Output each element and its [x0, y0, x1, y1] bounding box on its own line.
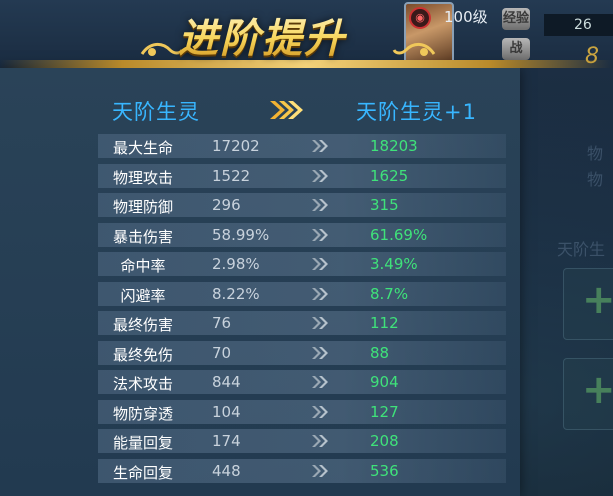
stat-row: 生命回复 448 536	[98, 458, 506, 483]
stat-current-value: 8.22%	[212, 284, 260, 303]
stat-name: 最终伤害	[112, 316, 173, 334]
stat-next-value: 3.49%	[370, 255, 418, 273]
next-tier-title: 天阶生灵+1	[356, 100, 477, 124]
stat-row: 法术攻击 844 904	[98, 370, 506, 394]
stat-name: 暴击伤害	[112, 227, 173, 246]
stat-next-value: 536	[370, 461, 399, 480]
stat-name: 法术攻击	[112, 375, 173, 393]
stat-current-value: 844	[212, 373, 241, 391]
page-title: 进阶提升	[178, 6, 392, 66]
double-chevron-icon	[312, 464, 328, 477]
stat-next-value: 112	[370, 314, 399, 332]
stat-row: 能量回复 174 208	[98, 429, 506, 453]
stat-name: 最终免伤	[112, 345, 173, 364]
double-chevron-icon	[312, 435, 328, 447]
double-chevron-icon	[312, 405, 328, 418]
double-chevron-icon	[312, 376, 328, 388]
stat-row: 暴击伤害 58.99% 61.69%	[98, 222, 506, 247]
faction-emblem-icon: ◉	[409, 7, 431, 29]
ghost-label: 物	[587, 170, 604, 189]
double-chevron-icon	[312, 140, 328, 152]
add-slot-button: +	[563, 268, 613, 340]
stat-current-value: 76	[212, 314, 232, 332]
upgrade-arrow-icon	[270, 101, 303, 119]
stat-next-value: 904	[370, 373, 399, 391]
stat-row: 命中率 2.98% 3.49%	[98, 252, 506, 276]
double-chevron-icon	[312, 169, 328, 182]
stat-current-value: 17202	[212, 137, 260, 155]
battle-badge[interactable]: 战	[502, 38, 530, 60]
stat-current-value: 104	[212, 402, 241, 421]
stat-next-value: 1625	[370, 166, 409, 185]
double-chevron-icon	[312, 228, 328, 241]
stat-current-value: 2.98%	[212, 255, 260, 273]
stat-name: 物理攻击	[112, 168, 173, 187]
stat-row: 闪避率 8.22% 8.7%	[98, 281, 506, 306]
current-tier-title: 天阶生灵	[112, 100, 200, 124]
stat-next-value: 88	[370, 343, 390, 362]
stat-current-value: 174	[212, 432, 241, 450]
stat-name: 生命回复	[112, 463, 173, 482]
resource-counter: 26	[544, 14, 613, 36]
double-chevron-icon	[312, 346, 328, 359]
stat-current-value: 58.99%	[212, 225, 270, 244]
ghost-label: 物	[587, 144, 604, 163]
stat-row: 最终免伤 70 88	[98, 340, 506, 365]
stat-name: 最大生命	[112, 139, 173, 157]
hero-level: 100级	[444, 8, 488, 26]
ghost-label: 天阶生	[557, 240, 606, 259]
stat-row: 物防穿透 104 127	[98, 399, 506, 424]
stat-name: 物防穿透	[112, 404, 173, 423]
double-chevron-icon	[312, 287, 328, 300]
stat-current-value: 296	[212, 196, 241, 214]
stat-name: 能量回复	[112, 434, 173, 452]
double-chevron-icon	[312, 258, 328, 270]
double-chevron-icon	[312, 317, 328, 329]
stat-row: 最终伤害 76 112	[98, 311, 506, 335]
stat-row: 最大生命 17202 18203	[98, 134, 506, 158]
stat-name: 闪避率	[120, 286, 166, 305]
stats-list: 最大生命 17202 18203 物理攻击 1522 1625 物理防御 296 315 暴击伤害…	[98, 134, 506, 488]
stat-next-value: 8.7%	[370, 284, 409, 303]
stat-next-value: 208	[370, 432, 399, 450]
stat-name: 物理防御	[112, 198, 173, 216]
stat-next-value: 315	[370, 196, 399, 214]
add-slot-button: +	[563, 358, 613, 430]
stat-row: 物理攻击 1522 1625	[98, 163, 506, 188]
stat-row: 物理防御 296 315	[98, 193, 506, 217]
stat-current-value: 70	[212, 343, 232, 362]
exp-badge[interactable]: 经验	[502, 8, 530, 30]
stat-next-value: 18203	[370, 137, 418, 155]
stat-current-value: 448	[212, 461, 241, 480]
stat-current-value: 1522	[212, 166, 251, 185]
stat-name: 命中率	[120, 257, 166, 275]
stat-next-value: 127	[370, 402, 399, 421]
banner-ornament-right-icon	[392, 43, 436, 56]
stat-next-value: 61.69%	[370, 225, 428, 244]
double-chevron-icon	[312, 199, 328, 211]
